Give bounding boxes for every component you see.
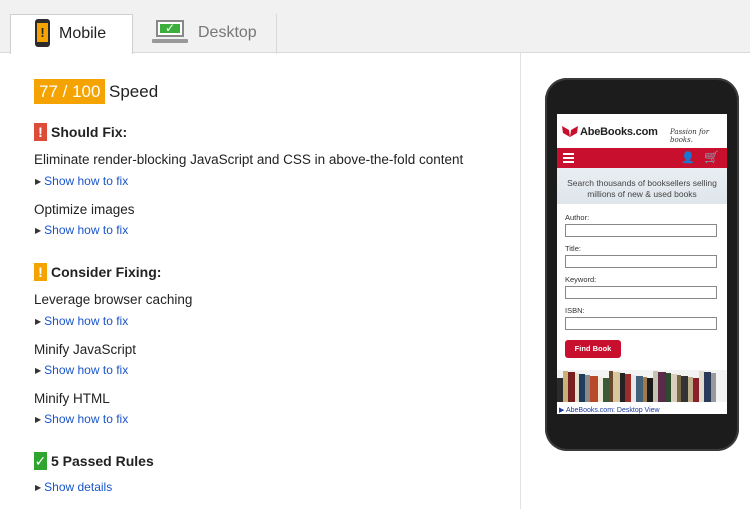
show-how-to-fix-link[interactable]: ▶ Show how to fix [35, 174, 128, 188]
tab-bar: ! Mobile ✓ Desktop [0, 0, 750, 54]
speed-score-badge: 77 / 100 [34, 79, 106, 104]
author-label: Author: [565, 213, 590, 222]
panel-divider [520, 53, 521, 509]
rule-minify-html: Minify HTML [34, 391, 110, 406]
warning-icon: ! [34, 263, 47, 281]
title-input [565, 255, 717, 268]
site-nav-bar: 👤 🛒 [557, 148, 727, 168]
isbn-input [565, 317, 717, 330]
book-spine [704, 372, 711, 402]
should-fix-title: Should Fix: [51, 124, 128, 140]
desktop-monitor-icon: ✓ [152, 20, 188, 46]
triangle-right-icon: ▶ [35, 366, 42, 375]
triangle-right-icon: ▶ [35, 415, 42, 424]
book-spine [613, 372, 620, 402]
keyword-label: Keyword: [565, 275, 597, 284]
consider-fixing-title: Consider Fixing: [51, 264, 162, 280]
checkmark-icon: ✓ [34, 452, 47, 470]
book-spine [636, 376, 643, 402]
rule-browser-caching: Leverage browser caching [34, 292, 193, 307]
search-banner: Search thousands of booksellers selling … [557, 168, 727, 204]
phone-screen: AbeBooks.com Passion for books. 👤 🛒 Sear… [557, 114, 727, 414]
show-how-to-fix-link[interactable]: ▶ Show how to fix [35, 314, 128, 328]
passed-rules-heading: ✓ 5 Passed Rules [34, 451, 154, 471]
tab-mobile[interactable]: ! Mobile [10, 14, 133, 54]
tab-desktop[interactable]: ✓ Desktop [140, 14, 277, 54]
triangle-right-icon: ▶ [35, 317, 42, 326]
triangle-right-icon: ▶ [35, 226, 42, 235]
book-spine [568, 372, 575, 402]
tab-mobile-label: Mobile [59, 25, 107, 42]
title-label: Title: [565, 244, 581, 253]
tab-desktop-label: Desktop [198, 24, 257, 41]
warning-icon: ! [34, 123, 47, 141]
hamburger-menu-icon [563, 153, 574, 163]
rule-minify-javascript: Minify JavaScript [34, 342, 137, 357]
book-spine [590, 376, 598, 402]
book-logo-icon [562, 126, 578, 137]
search-banner-text: Search thousands of booksellers selling … [567, 178, 717, 199]
triangle-right-icon: ▶ [35, 177, 42, 186]
rule-optimize-images: Optimize images [34, 202, 135, 217]
book-spines-image [557, 370, 727, 402]
keyword-input [565, 286, 717, 299]
show-how-to-fix-link[interactable]: ▶ Show how to fix [35, 363, 128, 377]
passed-rules-title: 5 Passed Rules [51, 453, 154, 469]
book-spine [681, 376, 688, 402]
phone-preview: AbeBooks.com Passion for books. 👤 🛒 Sear… [545, 78, 739, 451]
speed-score-label: Speed [109, 82, 159, 101]
isbn-label: ISBN: [565, 306, 585, 315]
desktop-view-link: ▶ AbeBooks.com: Desktop View [559, 407, 660, 414]
site-tagline: Passion for books. [670, 128, 710, 144]
cart-icon: 🛒 [704, 150, 719, 164]
book-spine [658, 372, 666, 402]
book-spine [711, 373, 716, 402]
find-book-button: Find Book [565, 340, 621, 358]
site-logo-text: AbeBooks.com [580, 126, 658, 138]
show-details-link[interactable]: ▶ Show details [35, 480, 112, 494]
rule-render-blocking: Eliminate render-blocking JavaScript and… [34, 152, 464, 167]
show-how-to-fix-link[interactable]: ▶ Show how to fix [35, 412, 128, 426]
show-how-to-fix-link[interactable]: ▶ Show how to fix [35, 223, 128, 237]
should-fix-heading: ! Should Fix: [34, 122, 127, 142]
author-input [565, 224, 717, 237]
user-icon: 👤 [681, 152, 695, 164]
site-header: AbeBooks.com Passion for books. [557, 114, 727, 148]
mobile-phone-icon: ! [35, 19, 50, 47]
consider-fixing-heading: ! Consider Fixing: [34, 262, 161, 282]
triangle-right-icon: ▶ [35, 483, 42, 492]
